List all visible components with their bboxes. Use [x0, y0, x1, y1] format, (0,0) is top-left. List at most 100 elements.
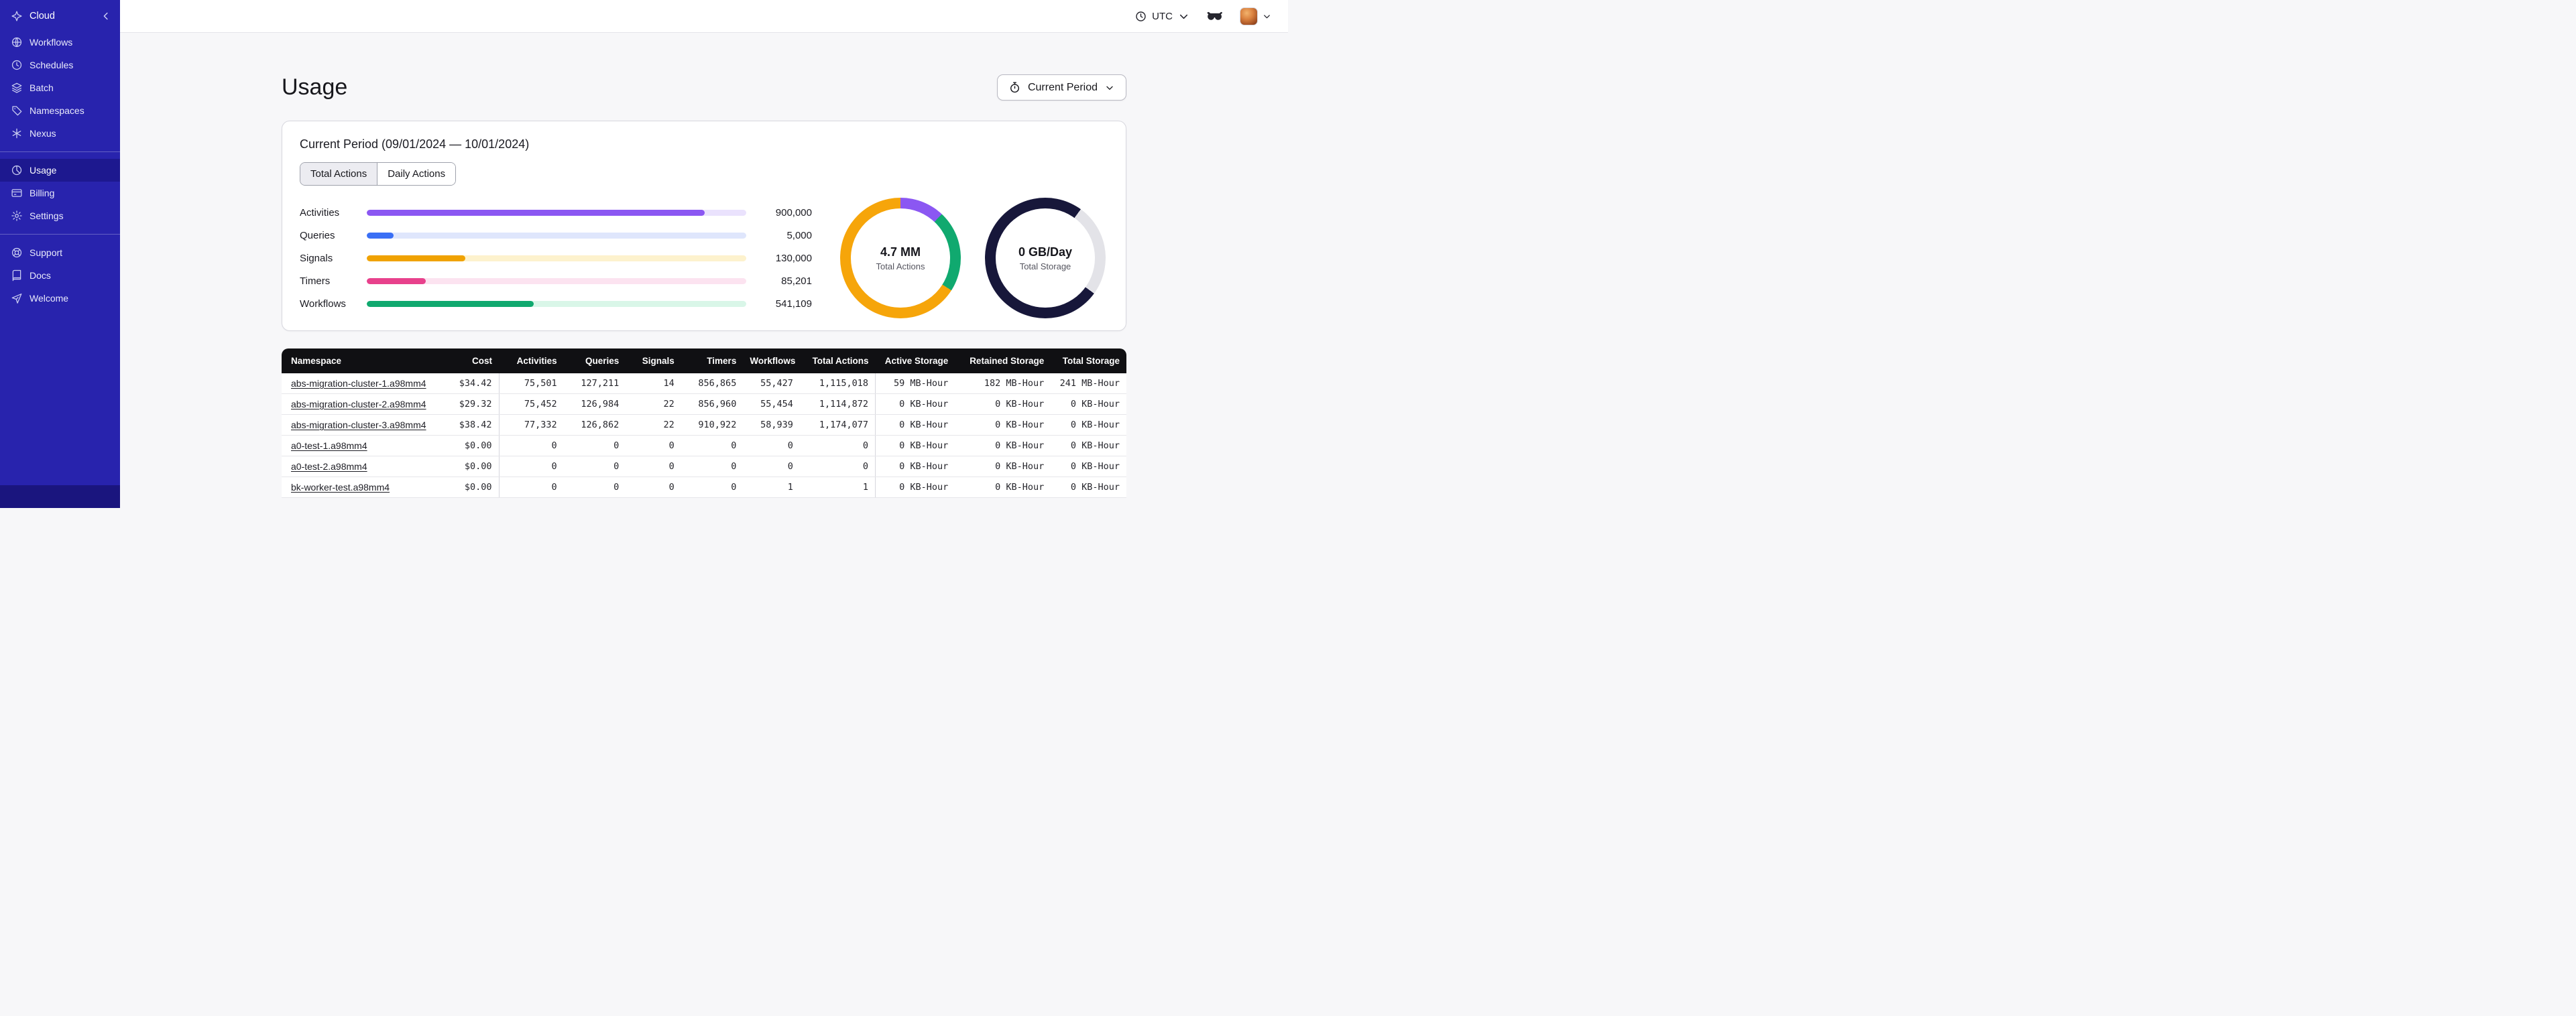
sidebar-item-billing[interactable]: Billing — [0, 182, 120, 204]
bar-label: Workflows — [300, 298, 346, 310]
welcome-icon — [11, 292, 23, 304]
namespace-link[interactable]: bk-worker-test.a98mm4 — [291, 482, 390, 493]
table-cell: 0 — [498, 456, 564, 477]
period-dropdown-button[interactable]: Current Period — [996, 74, 1126, 101]
sidebar-item-label: Billing — [30, 188, 55, 198]
sidebar-item-label: Batch — [30, 82, 54, 93]
table-row: abs-migration-cluster-2.a98mm4 $29.32 75,4… — [282, 393, 1126, 415]
namespaces-icon — [11, 105, 23, 117]
table-cell: 0 KB-Hour — [955, 414, 1051, 436]
sidebar-collapse-icon[interactable] — [100, 10, 112, 22]
bar-fill — [367, 232, 394, 239]
sidebar: Cloud Workflows Schedules Batch Namespaces N… — [0, 0, 120, 508]
tab-daily-actions[interactable]: Daily Actions — [377, 163, 456, 185]
table-cell: 0 — [799, 456, 876, 477]
sidebar-item-label: Support — [30, 247, 63, 258]
table-cell: $29.32 — [435, 393, 500, 415]
table-cell: 0 — [626, 435, 681, 456]
goggles-icon — [1206, 7, 1224, 25]
bar-fill — [367, 300, 534, 307]
chevron-down-icon — [1177, 10, 1190, 23]
donut-label: Total Actions — [876, 261, 925, 271]
timezone-selector[interactable]: UTC — [1134, 10, 1190, 23]
sidebar-brand-label: Cloud — [30, 11, 55, 21]
bar-label: Activities — [300, 206, 340, 218]
table-cell: 0 KB-Hour — [955, 435, 1051, 456]
table-header-retained-storage: Retained Storage — [955, 348, 1051, 373]
table-cell: 0 — [799, 435, 876, 456]
sidebar-item-welcome[interactable]: Welcome — [0, 287, 120, 310]
namespace-cell: bk-worker-test.a98mm4 — [282, 477, 436, 498]
table-cell: 241 MB-Hour — [1051, 373, 1126, 394]
sidebar-footer — [0, 485, 120, 508]
table-cell: 58,939 — [743, 414, 800, 436]
table-row: a0-test-2.a98mm4 $0.00 0 0 0 0 0 0 0 KB-Hour 0 KB… — [282, 456, 1126, 477]
sidebar-item-label: Docs — [30, 270, 51, 281]
support-icon — [11, 247, 23, 259]
bar-track — [367, 277, 746, 284]
table-cell: 0 — [681, 477, 744, 498]
table-cell: 0 — [626, 477, 681, 498]
table-header-row: Namespace Cost Activities Queries Signals Tim… — [282, 348, 1126, 373]
bar-value: 900,000 — [775, 206, 812, 218]
sidebar-item-schedules[interactable]: Schedules — [0, 54, 120, 76]
namespace-link[interactable]: abs-migration-cluster-3.a98mm4 — [291, 420, 426, 430]
sidebar-item-workflows[interactable]: Workflows — [0, 31, 120, 54]
table-cell: 1 — [799, 477, 876, 498]
batch-icon — [11, 82, 23, 94]
sidebar-item-usage[interactable]: Usage — [0, 159, 120, 182]
table-cell: 0 KB-Hour — [875, 477, 955, 498]
namespace-link[interactable]: abs-migration-cluster-2.a98mm4 — [291, 399, 426, 409]
cloud-logo-icon — [11, 10, 23, 22]
bar-fill — [367, 209, 705, 216]
table-cell: 59 MB-Hour — [875, 373, 955, 394]
settings-icon — [11, 210, 23, 222]
table-header-signals: Signals — [626, 348, 681, 373]
namespace-usage-table: Namespace Cost Activities Queries Signals Tim… — [282, 348, 1126, 498]
sidebar-item-settings[interactable]: Settings — [0, 204, 120, 227]
sidebar-item-docs[interactable]: Docs — [0, 264, 120, 287]
namespace-link[interactable]: a0-test-1.a98mm4 — [291, 440, 367, 451]
namespace-cell: a0-test-2.a98mm4 — [282, 456, 436, 477]
page-content: Usage Current Period Current Period (09/… — [120, 33, 1288, 508]
bar-label: Timers — [300, 275, 331, 287]
table-cell: 0 — [498, 435, 564, 456]
table-cell: 126,984 — [563, 393, 626, 415]
tab-total-actions[interactable]: Total Actions — [300, 163, 377, 185]
table-cell: 0 KB-Hour — [1051, 435, 1126, 456]
sidebar-item-label: Workflows — [30, 37, 73, 48]
table-cell: $38.42 — [435, 414, 500, 436]
table-header-activities: Activities — [499, 348, 564, 373]
period-dropdown-label: Current Period — [1027, 81, 1098, 93]
table-cell: 14 — [626, 373, 681, 394]
table-cell: 856,960 — [681, 393, 744, 415]
sidebar-item-support[interactable]: Support — [0, 241, 120, 264]
usage-bar-row-queries: Queries 5,000 — [300, 224, 812, 247]
donut-chart-total-actions: 4.7 MM Total Actions — [840, 198, 961, 318]
sidebar-item-batch[interactable]: Batch — [0, 76, 120, 99]
billing-icon — [11, 187, 23, 199]
table-cell: 0 — [498, 477, 564, 498]
bar-track — [367, 300, 746, 307]
account-menu[interactable] — [1240, 7, 1272, 25]
table-cell: $0.00 — [435, 435, 500, 456]
usage-bar-row-workflows: Workflows 541,109 — [300, 292, 812, 315]
sidebar-item-nexus[interactable]: Nexus — [0, 122, 120, 145]
table-cell: 0 — [681, 456, 744, 477]
goggles-button[interactable] — [1206, 7, 1224, 25]
donut-chart-total-storage: 0 GB/Day Total Storage — [985, 198, 1106, 318]
namespace-link[interactable]: abs-migration-cluster-1.a98mm4 — [291, 378, 426, 389]
main-area: UTC Usage Current Period Current Period … — [120, 0, 1288, 508]
table-cell: 127,211 — [563, 373, 626, 394]
table-cell: 1 — [743, 477, 800, 498]
table-cell: 856,865 — [681, 373, 744, 394]
namespace-link[interactable]: a0-test-2.a98mm4 — [291, 461, 367, 472]
table-cell: 0 KB-Hour — [875, 456, 955, 477]
usage-donuts: 4.7 MM Total Actions 0 GB/Day Total Storage — [840, 198, 1106, 318]
table-cell: $34.42 — [435, 373, 500, 394]
table-cell: 77,332 — [498, 414, 564, 436]
page-title: Usage — [282, 74, 348, 100]
usage-bar-row-activities: Activities 900,000 — [300, 201, 812, 224]
sidebar-item-namespaces[interactable]: Namespaces — [0, 99, 120, 122]
actions-tab-group: Total Actions Daily Actions — [300, 162, 457, 186]
